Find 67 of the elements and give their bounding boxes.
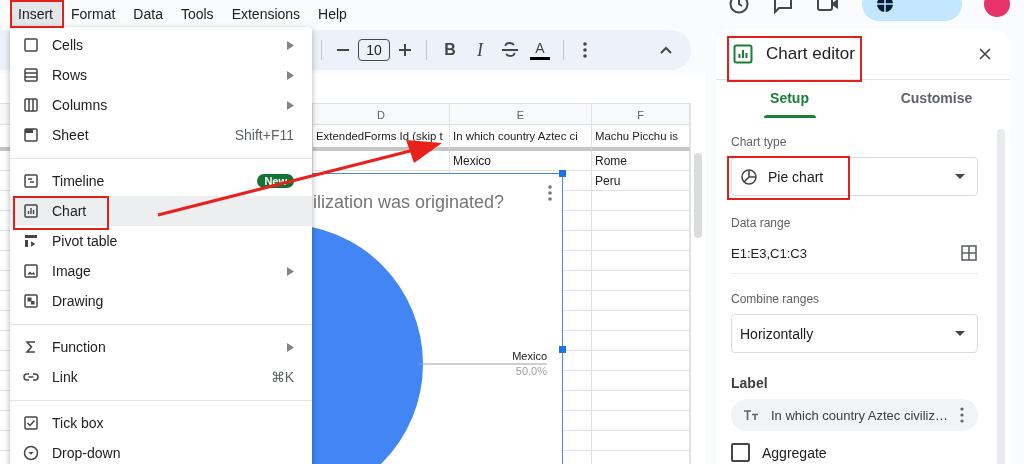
menu-item[interactable]: Sheet Shift+F11	[10, 120, 312, 150]
text-type-icon	[743, 409, 759, 421]
columns-icon	[22, 96, 40, 114]
more-icon[interactable]	[548, 185, 552, 201]
scrollbar-thumb[interactable]	[694, 153, 702, 238]
font-size-field[interactable]: 10	[358, 39, 390, 61]
grid-icon[interactable]	[960, 244, 978, 262]
dropdown-icon	[22, 444, 40, 462]
menu-item[interactable]: Drop-down	[10, 438, 312, 464]
chart-icon	[733, 44, 753, 64]
menu-bar-item[interactable]: Extensions	[223, 0, 309, 27]
column-header[interactable]: E	[450, 103, 592, 125]
more-icon[interactable]	[960, 407, 964, 423]
checkbox[interactable]	[731, 443, 750, 462]
column-header[interactable]: F	[592, 103, 690, 125]
italic-button[interactable]: I	[467, 36, 493, 64]
menu-item[interactable]: Chart	[10, 196, 312, 226]
combine-ranges-dropdown[interactable]: Horizontally	[731, 314, 978, 353]
image-icon	[22, 262, 40, 280]
square-icon	[22, 36, 40, 54]
menu-bar-item[interactable]: Data	[125, 0, 171, 27]
menu-item[interactable]: Function	[10, 332, 312, 362]
chart-icon	[22, 202, 40, 220]
drawing-icon	[22, 292, 40, 310]
menu-bar-item[interactable]: Help	[310, 0, 355, 27]
slice-label: Mexico	[512, 350, 547, 362]
resize-handle[interactable]	[559, 346, 566, 353]
caret-icon	[955, 173, 965, 180]
pie-chart-icon	[740, 167, 758, 186]
table-cell: In which country Aztec ci	[450, 125, 592, 151]
menu-item[interactable]: Drawing	[10, 286, 312, 316]
tab[interactable]: Customise	[863, 80, 1010, 118]
timeline-icon	[22, 172, 40, 190]
column-header[interactable]: D	[313, 103, 450, 125]
menu-bar-item[interactable]: Tools	[172, 0, 222, 27]
field-label: Combine ranges	[731, 292, 821, 306]
menu-item[interactable]: Image	[10, 256, 312, 286]
chart-type-dropdown[interactable]: Pie chart	[731, 157, 978, 196]
text-color-button[interactable]: A	[527, 36, 553, 64]
menu-item[interactable]: Link ⌘K	[10, 362, 312, 392]
caret-icon	[955, 330, 965, 337]
globe-icon	[876, 0, 894, 13]
label-chip[interactable]: In which country Aztec civiliz…	[731, 399, 978, 431]
menu-item[interactable]: Tick box	[10, 408, 312, 438]
menu-item[interactable]: Cells	[10, 30, 312, 60]
checkbox-icon	[22, 414, 40, 432]
section-heading: Label	[731, 375, 769, 391]
chart-title: ilization was originated?	[313, 192, 505, 212]
pivot-table-icon	[22, 232, 40, 250]
menu-bar-item[interactable]: Format	[63, 0, 124, 27]
highlight-box	[10, 0, 64, 28]
tab[interactable]: Setup	[716, 80, 863, 118]
table-cell: Mexico	[450, 151, 592, 171]
close-icon	[978, 47, 992, 61]
menu-item[interactable]: Pivot table	[10, 226, 312, 256]
field-label: Chart type	[731, 135, 788, 149]
bold-button[interactable]: B	[437, 36, 463, 64]
sheet-icon	[22, 126, 40, 144]
menu-item[interactable]: Columns	[10, 90, 312, 120]
field-label: Data range	[731, 216, 792, 230]
slice-value: 50.0%	[515, 365, 547, 377]
resize-handle[interactable]	[559, 170, 566, 177]
data-range-field[interactable]: E1:E3,C1:C3	[731, 245, 960, 261]
menu-item[interactable]: Rows	[10, 60, 312, 90]
checkbox-label: Aggregate	[762, 444, 827, 461]
panel-title: Chart editor	[766, 44, 855, 64]
rows-icon	[22, 66, 40, 84]
